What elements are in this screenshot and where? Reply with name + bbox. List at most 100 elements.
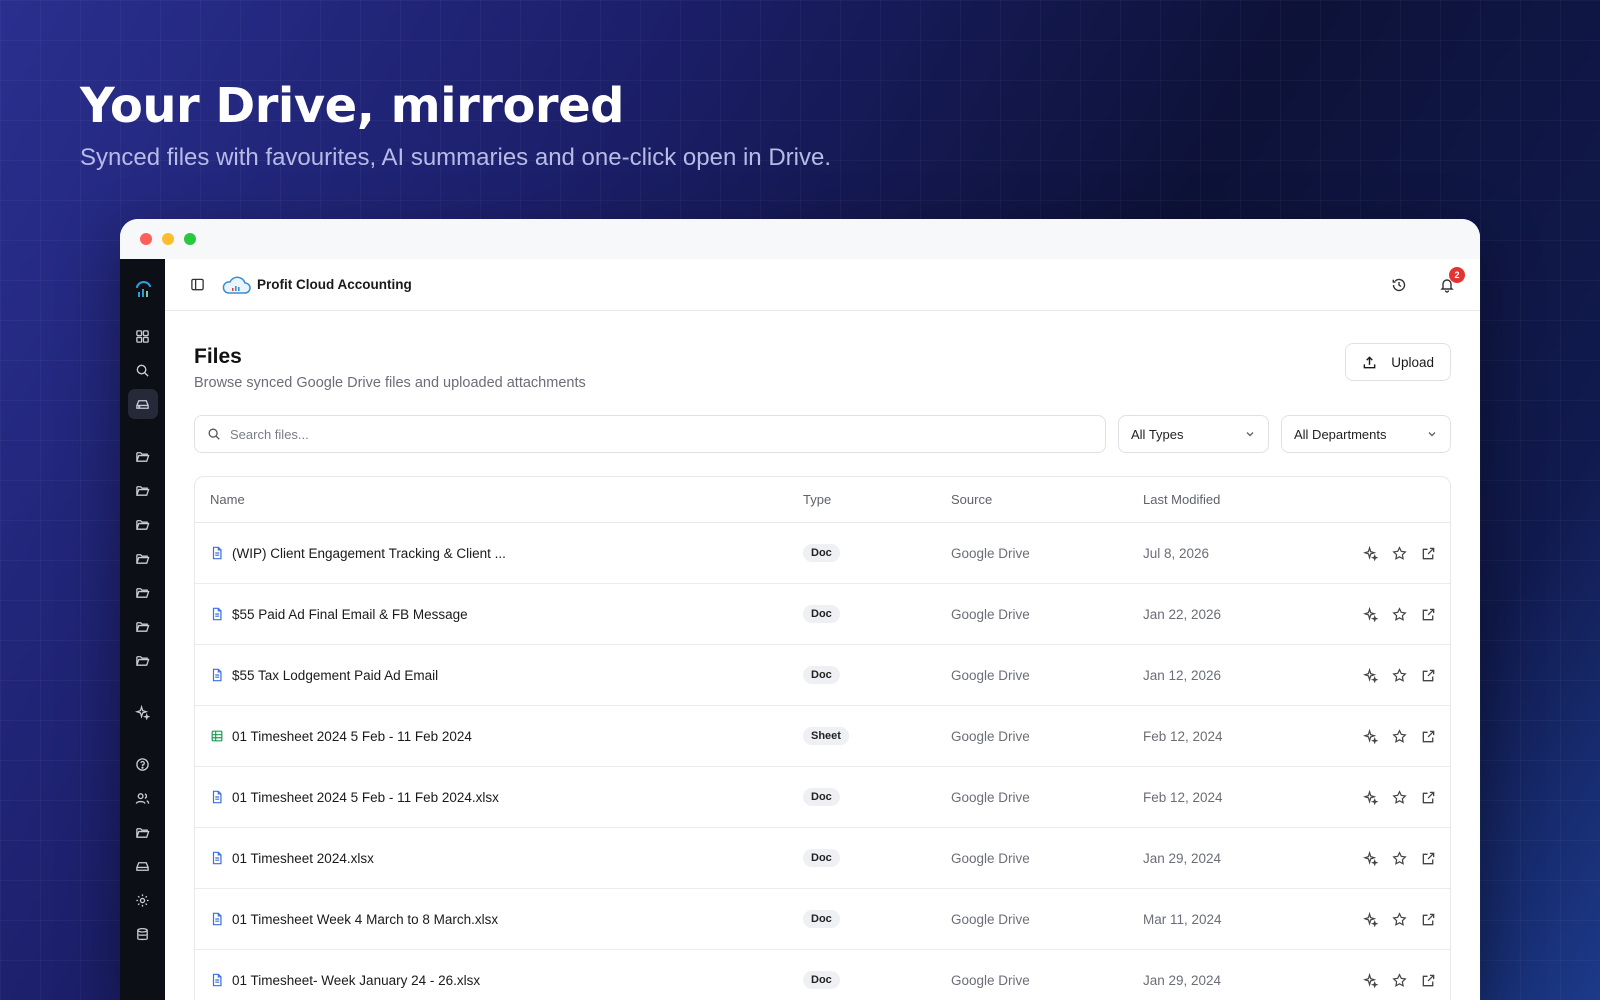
file-type-cell: Doc xyxy=(803,544,951,562)
open-external-icon[interactable] xyxy=(1421,851,1436,866)
rail-settings-button[interactable] xyxy=(128,885,158,915)
file-name[interactable]: (WIP) Client Engagement Tracking & Clien… xyxy=(232,546,506,561)
table-row[interactable]: (WIP) Client Engagement Tracking & Clien… xyxy=(195,523,1450,584)
open-external-icon[interactable] xyxy=(1421,607,1436,622)
table-row[interactable]: 01 Timesheet Week 4 March to 8 March.xls… xyxy=(195,889,1450,950)
column-header-name[interactable]: Name xyxy=(195,492,803,507)
file-name-cell: 01 Timesheet- Week January 24 - 26.xlsx xyxy=(195,973,803,988)
file-type-badge: Doc xyxy=(803,666,840,684)
search-icon xyxy=(208,428,220,440)
ai-summary-sparkles-icon[interactable] xyxy=(1363,850,1378,866)
ai-summary-sparkles-icon[interactable] xyxy=(1363,545,1378,561)
rail-users-button[interactable] xyxy=(128,783,158,813)
history-button[interactable] xyxy=(1386,272,1412,298)
rail-help-button[interactable] xyxy=(128,749,158,779)
folder-open-icon xyxy=(136,587,150,598)
ai-summary-sparkles-icon[interactable] xyxy=(1363,667,1378,683)
favourite-star-icon[interactable] xyxy=(1392,667,1407,683)
open-external-icon[interactable] xyxy=(1421,790,1436,805)
file-name[interactable]: 01 Timesheet 2024 5 Feb - 11 Feb 2024.xl… xyxy=(232,790,499,805)
top-bar: Profit Cloud Accounting 2 xyxy=(165,259,1480,311)
table-row[interactable]: 01 Timesheet 2024 5 Feb - 11 Feb 2024.xl… xyxy=(195,767,1450,828)
row-actions xyxy=(1340,789,1450,805)
ai-summary-sparkles-icon[interactable] xyxy=(1363,606,1378,622)
file-source: Google Drive xyxy=(951,850,1030,866)
open-external-icon[interactable] xyxy=(1421,668,1436,683)
window-close-button[interactable] xyxy=(140,233,152,245)
upload-button[interactable]: Upload xyxy=(1345,343,1451,381)
page-subtitle: Browse synced Google Drive files and upl… xyxy=(194,375,586,391)
department-filter-select[interactable]: All Departments xyxy=(1281,415,1451,453)
notifications-button[interactable]: 2 xyxy=(1434,266,1465,298)
favourite-star-icon[interactable] xyxy=(1392,606,1407,622)
rail-database-button[interactable] xyxy=(128,919,158,949)
rail-files-button[interactable] xyxy=(128,817,158,847)
favourite-star-icon[interactable] xyxy=(1392,728,1407,744)
favourite-star-icon[interactable] xyxy=(1392,972,1407,988)
file-name[interactable]: $55 Paid Ad Final Email & FB Message xyxy=(232,607,468,622)
table-row[interactable]: 01 Timesheet 2024 5 Feb - 11 Feb 2024 Sh… xyxy=(195,706,1450,767)
history-icon xyxy=(1392,278,1406,291)
file-type-badge: Doc xyxy=(803,544,840,562)
table-row[interactable]: $55 Tax Lodgement Paid Ad Email Doc Goog… xyxy=(195,645,1450,706)
users-icon xyxy=(135,792,150,804)
rail-ai-button[interactable] xyxy=(128,697,158,727)
rail-drive-button[interactable] xyxy=(127,389,158,419)
rail-folder-button-6[interactable] xyxy=(128,611,158,641)
rail-dashboard-button[interactable] xyxy=(128,321,158,351)
search-icon xyxy=(136,364,149,377)
rail-folder-button-2[interactable] xyxy=(128,475,158,505)
doc-icon xyxy=(212,668,222,682)
table-row[interactable]: 01 Timesheet 2024.xlsx Doc Google Drive … xyxy=(195,828,1450,889)
rail-folder-button-1[interactable] xyxy=(128,441,158,471)
file-modified-date: Mar 11, 2024 xyxy=(1143,911,1222,927)
ai-summary-sparkles-icon[interactable] xyxy=(1363,789,1378,805)
type-filter-select[interactable]: All Types xyxy=(1118,415,1269,453)
file-name[interactable]: $55 Tax Lodgement Paid Ad Email xyxy=(232,668,438,683)
file-name[interactable]: 01 Timesheet Week 4 March to 8 March.xls… xyxy=(232,912,498,927)
chevron-down-icon xyxy=(1428,432,1436,437)
main-area: Profit Cloud Accounting 2 Files Browse s… xyxy=(165,259,1480,1000)
file-name-cell: 01 Timesheet Week 4 March to 8 March.xls… xyxy=(195,912,803,927)
file-name-cell: (WIP) Client Engagement Tracking & Clien… xyxy=(195,546,803,561)
file-name[interactable]: 01 Timesheet 2024 5 Feb - 11 Feb 2024 xyxy=(232,729,472,744)
favourite-star-icon[interactable] xyxy=(1392,545,1407,561)
file-type-cell: Doc xyxy=(803,666,951,684)
ai-summary-sparkles-icon[interactable] xyxy=(1363,911,1378,927)
file-name-cell: 01 Timesheet 2024 5 Feb - 11 Feb 2024 xyxy=(195,729,803,744)
open-external-icon[interactable] xyxy=(1421,546,1436,561)
files-table: Name Type Source Last Modified (WIP) Cli… xyxy=(194,476,1451,1000)
rail-folder-button-5[interactable] xyxy=(128,577,158,607)
doc-icon xyxy=(212,546,222,560)
rail-folder-button-7[interactable] xyxy=(128,645,158,675)
search-input[interactable] xyxy=(230,426,1093,442)
window-maximize-button[interactable] xyxy=(184,233,196,245)
upload-icon xyxy=(1363,355,1376,368)
file-name[interactable]: 01 Timesheet- Week January 24 - 26.xlsx xyxy=(232,973,480,988)
favourite-star-icon[interactable] xyxy=(1392,850,1407,866)
open-external-icon[interactable] xyxy=(1421,912,1436,927)
rail-storage-button[interactable] xyxy=(128,851,158,881)
row-actions xyxy=(1340,972,1450,988)
rail-folder-button-3[interactable] xyxy=(128,509,158,539)
column-header-type[interactable]: Type xyxy=(803,492,951,507)
file-type-badge: Doc xyxy=(803,788,840,806)
favourite-star-icon[interactable] xyxy=(1392,911,1407,927)
column-header-source[interactable]: Source xyxy=(951,492,1143,507)
app-window: Profit Cloud Accounting 2 Files Browse s… xyxy=(120,219,1480,1000)
column-header-last-modified[interactable]: Last Modified xyxy=(1143,492,1340,507)
open-external-icon[interactable] xyxy=(1421,973,1436,988)
hard-drive-icon xyxy=(136,399,149,409)
file-name[interactable]: 01 Timesheet 2024.xlsx xyxy=(232,851,374,866)
table-row[interactable]: $55 Paid Ad Final Email & FB Message Doc… xyxy=(195,584,1450,645)
window-minimize-button[interactable] xyxy=(162,233,174,245)
open-external-icon[interactable] xyxy=(1421,729,1436,744)
rail-search-button[interactable] xyxy=(128,355,158,385)
doc-icon xyxy=(212,912,222,926)
ai-summary-sparkles-icon[interactable] xyxy=(1363,728,1378,744)
favourite-star-icon[interactable] xyxy=(1392,789,1407,805)
sidebar-toggle-button[interactable] xyxy=(187,275,207,295)
rail-folder-button-4[interactable] xyxy=(128,543,158,573)
table-row[interactable]: 01 Timesheet- Week January 24 - 26.xlsx … xyxy=(195,950,1450,1000)
ai-summary-sparkles-icon[interactable] xyxy=(1363,972,1378,988)
